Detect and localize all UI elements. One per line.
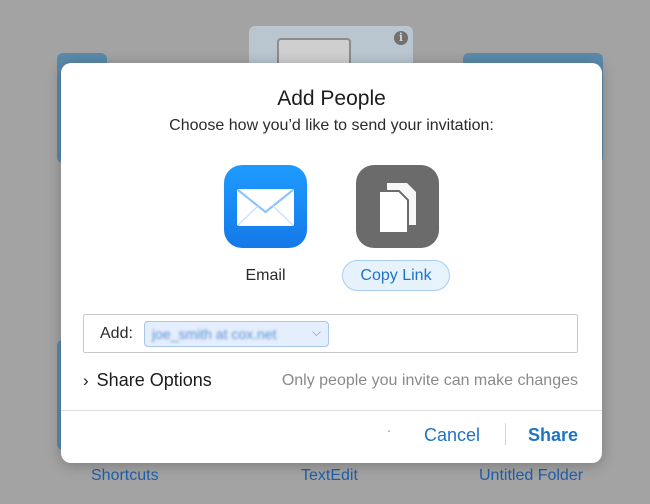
add-people-dialog: Add People Choose how you’d like to send…	[61, 63, 602, 463]
dialog-title: Add People	[277, 87, 386, 110]
footer-divider	[61, 410, 602, 411]
share-options-toggle[interactable]: › Share Options	[83, 370, 212, 391]
email-option-label[interactable]: Email	[224, 267, 307, 285]
copy-link-option-button[interactable]	[356, 165, 439, 248]
cancel-button[interactable]: Cancel	[424, 425, 480, 446]
chevron-right-icon: ›	[83, 371, 89, 390]
footer-button-separator	[505, 423, 506, 445]
permissions-hint: Only people you invite can make changes	[281, 372, 578, 389]
file-label-textedit[interactable]: TextEdit	[301, 467, 358, 485]
mail-envelope-icon	[237, 189, 294, 226]
add-label: Add:	[100, 325, 133, 342]
add-recipients-field[interactable]: Add: joe_smith at cox.net ⌵	[83, 314, 578, 353]
chevron-down-icon[interactable]: ⌵	[312, 325, 321, 340]
share-button[interactable]: Share	[528, 425, 578, 446]
copy-documents-icon	[378, 183, 416, 234]
file-label-untitled-folder[interactable]: Untitled Folder	[479, 467, 583, 485]
share-options-label: Share Options	[96, 370, 212, 390]
recipient-token-text: joe_smith at cox.net	[152, 326, 277, 342]
dialog-subtitle: Choose how you’d like to send your invit…	[169, 117, 494, 134]
info-icon: i	[394, 31, 408, 45]
footer-dot: .	[387, 419, 391, 435]
file-label-shortcuts[interactable]: Shortcuts	[91, 467, 159, 485]
copy-link-button[interactable]: Copy Link	[342, 260, 450, 291]
recipient-token[interactable]: joe_smith at cox.net ⌵	[144, 321, 329, 347]
email-option-button[interactable]	[224, 165, 307, 248]
